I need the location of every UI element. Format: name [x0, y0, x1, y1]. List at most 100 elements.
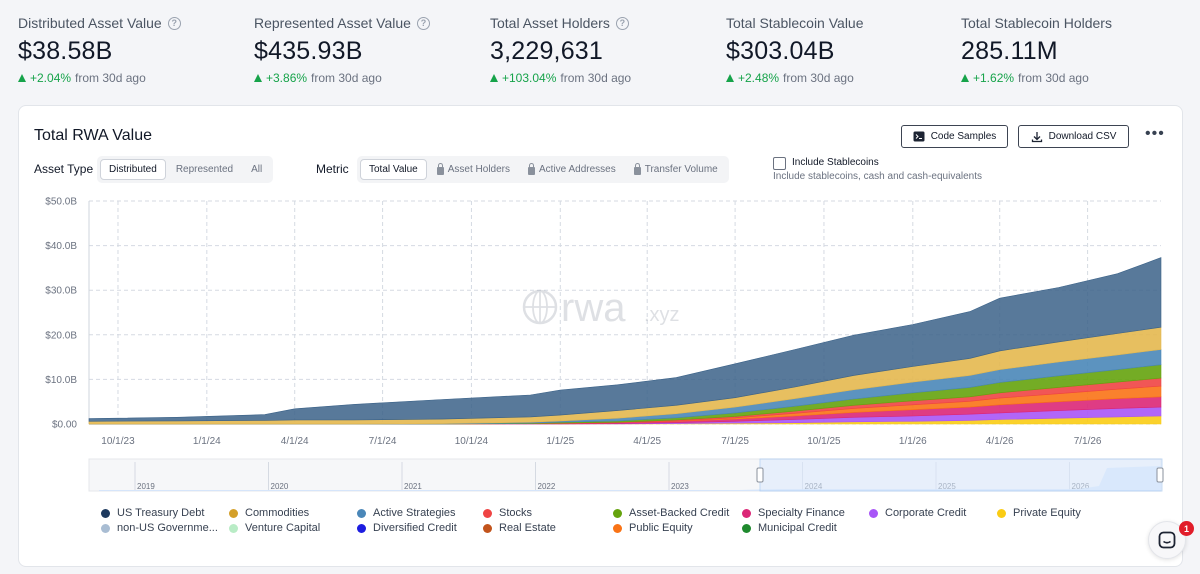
legend-label: Specialty Finance: [758, 507, 845, 519]
y-tick-label: $0.00: [52, 420, 77, 431]
legend-swatch: [742, 523, 751, 533]
stat-label: Distributed Asset Value: [18, 15, 162, 31]
stat-change-suffix: from 30d ago: [1018, 71, 1089, 85]
legend-label: Commodities: [245, 507, 310, 519]
stat-total-stablecoin-value: Total Stablecoin Value $303.04B +2.48% fr…: [726, 14, 864, 85]
stat-total-asset-holders: Total Asset Holders? 3,229,631 +103.04% f…: [490, 14, 631, 85]
legend-swatch: [869, 508, 878, 518]
arrow-up-icon: [961, 74, 969, 82]
x-tick-label: 1/1/25: [546, 436, 574, 447]
legend-label: Private Equity: [1013, 507, 1081, 519]
stat-change: +3.86%: [266, 71, 308, 85]
info-icon[interactable]: ?: [416, 16, 430, 30]
x-tick-label: 4/1/25: [633, 436, 661, 447]
stat-change: +2.04%: [30, 71, 72, 85]
x-tick-label: 10/1/23: [101, 436, 135, 447]
x-tick-label: 1/1/24: [193, 436, 221, 447]
y-tick-label: $40.0B: [45, 241, 77, 252]
y-tick-label: $30.0B: [45, 286, 77, 297]
info-icon[interactable]: ?: [167, 16, 181, 30]
navigator-year-label: 2022: [538, 482, 556, 491]
stat-distributed-asset-value: Distributed Asset Value? $38.58B +2.04% f…: [18, 14, 181, 85]
stat-change: +1.62%: [973, 71, 1015, 85]
legend-swatch: [357, 523, 366, 533]
legend-item-active-strategies[interactable]: Active Strategies: [357, 507, 456, 519]
legend-item-specialty-finance[interactable]: Specialty Finance: [742, 507, 845, 519]
y-axis: $0.00 $10.0B $20.0B $30.0B $40.0B $50.0B: [45, 197, 77, 431]
legend-item-real-estate[interactable]: Real Estate: [483, 522, 556, 534]
stat-change-suffix: from 30d ago: [75, 71, 146, 85]
legend-label: Asset-Backed Credit: [629, 507, 730, 519]
stat-change-suffix: from 30d ago: [783, 71, 854, 85]
legend-swatch: [101, 523, 110, 533]
navigator-left-handle[interactable]: [756, 467, 764, 483]
stat-change: +2.48%: [738, 71, 780, 85]
time-navigator[interactable]: 20192020202120222023202420252026: [88, 458, 1164, 492]
legend-label: Venture Capital: [245, 522, 321, 534]
stat-change-suffix: from 30d ago: [311, 71, 382, 85]
x-tick-label: 10/1/25: [807, 436, 841, 447]
x-tick-label: 10/1/24: [455, 436, 489, 447]
legend-swatch: [997, 508, 1006, 518]
x-tick-label: 1/1/26: [899, 436, 927, 447]
stat-label: Represented Asset Value: [254, 15, 411, 31]
legend-swatch: [742, 508, 751, 518]
navigator-year-label: 2019: [137, 482, 155, 491]
navigator-year-label: 2021: [404, 482, 422, 491]
legend-swatch: [229, 523, 238, 533]
y-tick-label: $50.0B: [45, 197, 77, 208]
arrow-up-icon: [18, 74, 26, 82]
navigator-year-label: 2020: [271, 482, 289, 491]
legend-item-public-equity[interactable]: Public Equity: [613, 522, 693, 534]
watermark-text: rwa: [561, 286, 626, 330]
rwa-chart-card: Total RWA Value Code Samples Download CS…: [18, 105, 1183, 567]
rwa-area-chart[interactable]: rwa .xyz $0.00 $10.0B $20.0B $30.0B $40.0B $5…: [19, 106, 1184, 506]
chart-legend: US Treasury Debt Commodities Active Strate…: [101, 507, 1181, 547]
navigator-year-label: 2023: [671, 482, 689, 491]
stat-total-stablecoin-holders: Total Stablecoin Holders 285.11M +1.62% f…: [961, 14, 1112, 85]
legend-item-non-us-governme[interactable]: non-US Governme...: [101, 522, 218, 534]
watermark-suffix: .xyz: [644, 304, 680, 326]
stat-change-suffix: from 30d ago: [560, 71, 632, 85]
chat-icon: [1158, 531, 1176, 549]
stat-value: $303.04B: [726, 37, 835, 65]
legend-item-private-equity[interactable]: Private Equity: [997, 507, 1081, 519]
legend-swatch: [357, 508, 366, 518]
stat-value: 3,229,631: [490, 37, 604, 65]
legend-item-corporate-credit[interactable]: Corporate Credit: [869, 507, 966, 519]
stat-value: $435.93B: [254, 37, 363, 65]
y-tick-label: $20.0B: [45, 330, 77, 341]
x-tick-label: 7/1/26: [1074, 436, 1102, 447]
legend-label: Active Strategies: [373, 507, 456, 519]
x-tick-label: 7/1/25: [721, 436, 749, 447]
legend-swatch: [229, 508, 238, 518]
legend-label: Real Estate: [499, 522, 556, 534]
legend-item-commodities[interactable]: Commodities: [229, 507, 309, 519]
stat-represented-asset-value: Represented Asset Value? $435.93B +3.86%…: [254, 14, 430, 85]
info-icon[interactable]: ?: [615, 16, 629, 30]
legend-item-diversified-credit[interactable]: Diversified Credit: [357, 522, 457, 534]
navigator-right-handle[interactable]: [1156, 467, 1164, 483]
x-axis: 10/1/23 1/1/24 4/1/24 7/1/24 10/1/24 1/1/25 4/…: [101, 436, 1102, 447]
legend-item-municipal-credit[interactable]: Municipal Credit: [742, 522, 837, 534]
legend-item-venture-capital[interactable]: Venture Capital: [229, 522, 320, 534]
legend-label: Corporate Credit: [885, 507, 967, 519]
area-series: [88, 257, 1162, 425]
stat-value: 285.11M: [961, 37, 1058, 65]
legend-item-stocks[interactable]: Stocks: [483, 507, 532, 519]
legend-swatch: [101, 508, 110, 518]
navigator-selection[interactable]: [759, 458, 1163, 492]
legend-swatch: [483, 508, 492, 518]
stat-label: Total Stablecoin Value: [726, 15, 864, 31]
legend-swatch: [483, 523, 492, 533]
stats-row: Distributed Asset Value? $38.58B +2.04% f…: [0, 0, 1200, 100]
x-tick-label: 7/1/24: [369, 436, 397, 447]
legend-item-asset-backed-credit[interactable]: Asset-Backed Credit: [613, 507, 729, 519]
stat-change: +103.04%: [502, 71, 557, 85]
stat-label: Total Asset Holders: [490, 15, 610, 31]
notification-badge: 1: [1179, 521, 1194, 536]
legend-label: non-US Governme...: [117, 522, 218, 534]
legend-item-us-treasury-debt[interactable]: US Treasury Debt: [101, 507, 204, 519]
legend-label: Stocks: [499, 507, 533, 519]
legend-label: Municipal Credit: [758, 522, 837, 534]
